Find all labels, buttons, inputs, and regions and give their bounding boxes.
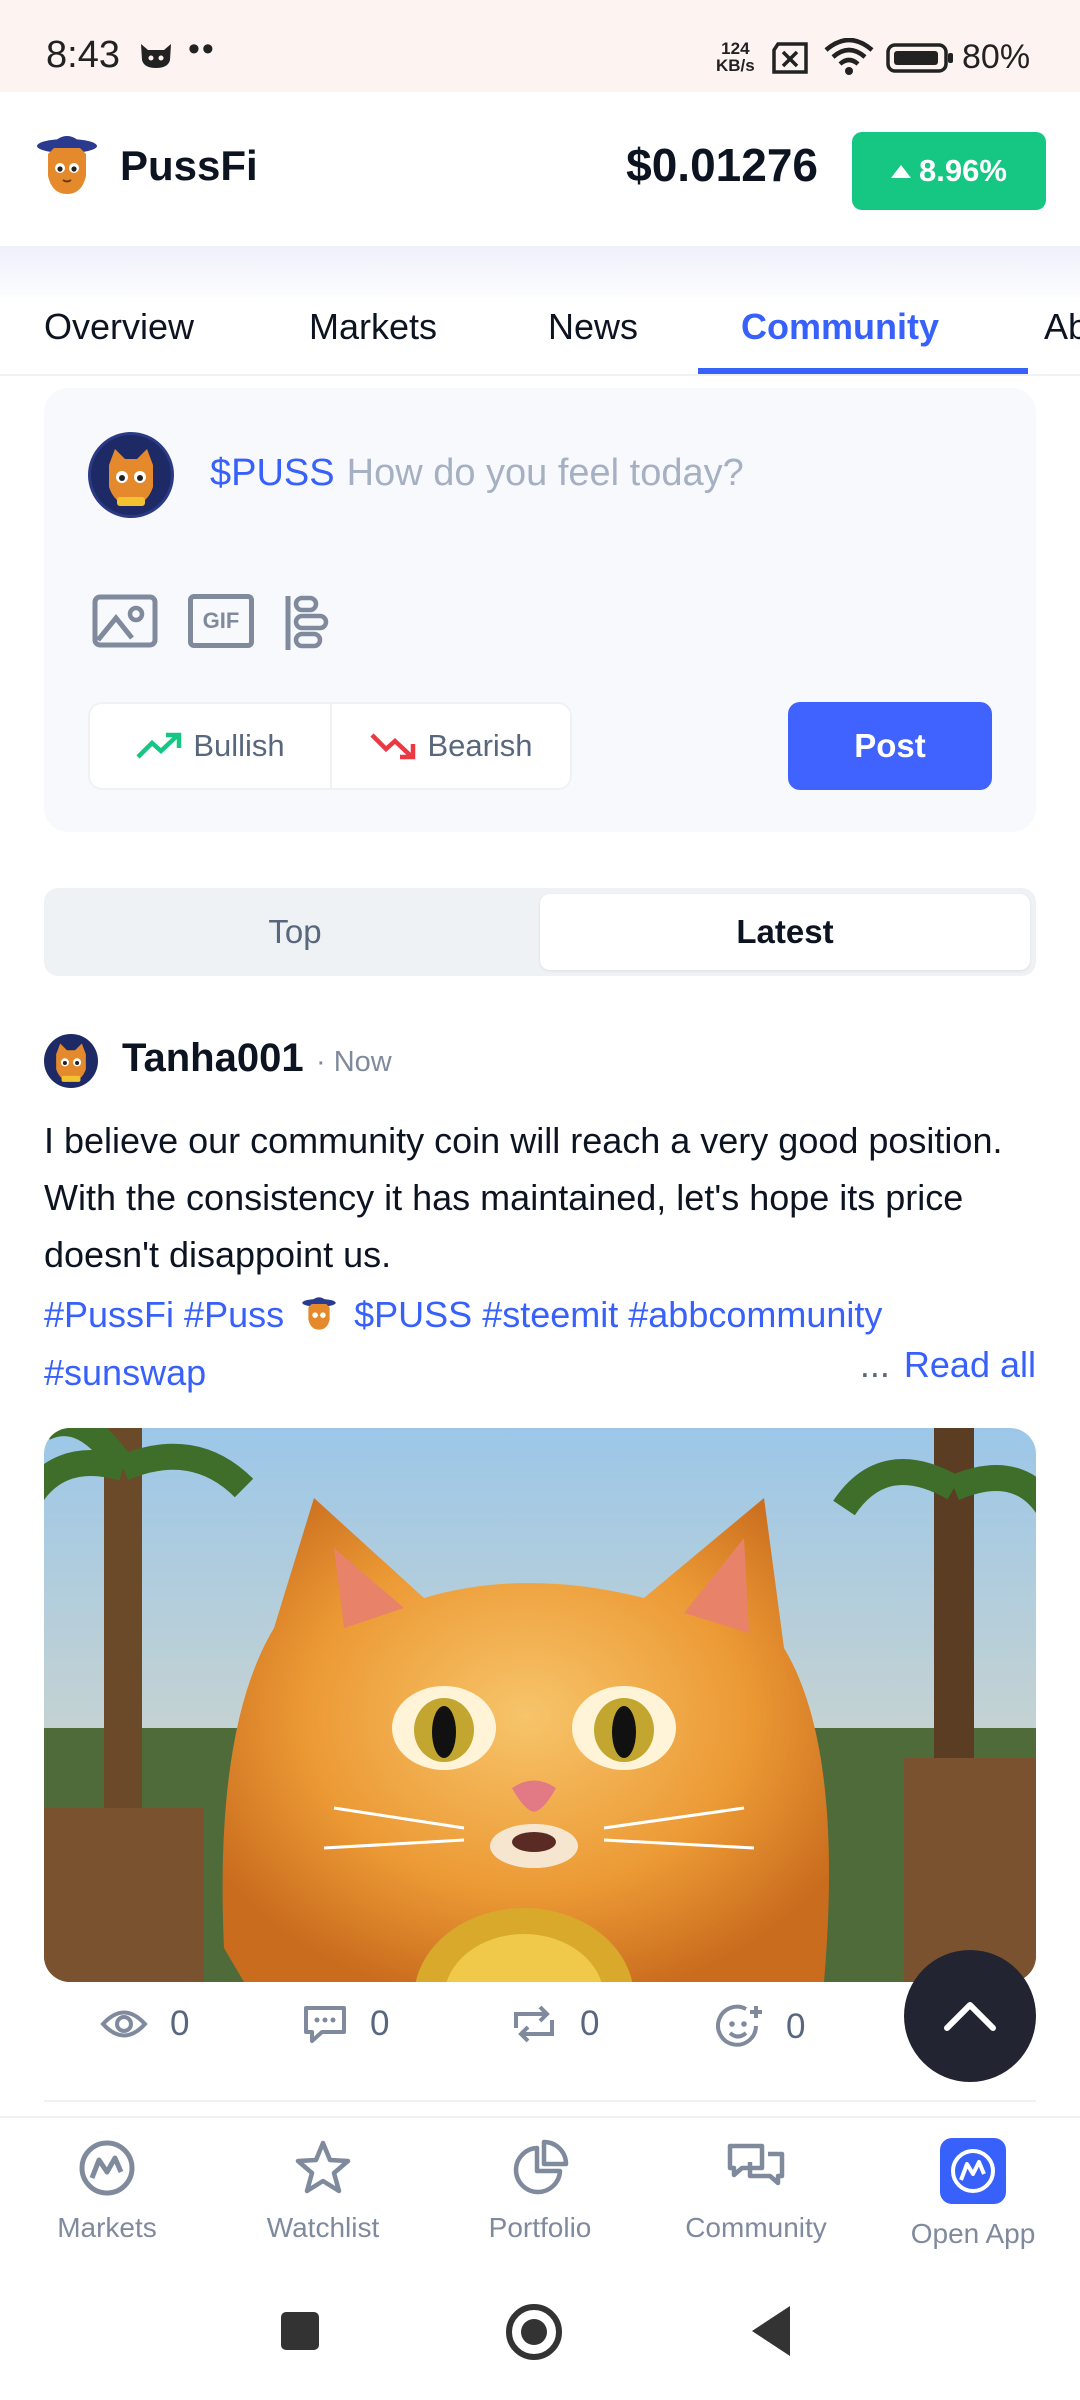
active-tab-indicator <box>698 368 1028 374</box>
chat-icon <box>727 2143 785 2186</box>
sort-latest[interactable]: Latest <box>540 894 1030 970</box>
tab-community[interactable]: Community <box>741 306 939 348</box>
tab-markets[interactable]: Markets <box>309 306 437 348</box>
markets-icon <box>79 2140 135 2196</box>
price-change-badge: 8.96% <box>852 132 1046 210</box>
nav-portfolio[interactable]: Portfolio <box>440 2138 640 2244</box>
tab-about[interactable]: Ab <box>1044 306 1080 348</box>
section-tabs: Overview Markets News Community Ab <box>0 246 1080 376</box>
add-reaction-icon <box>716 2004 762 2047</box>
composer-ticker: $PUSS <box>210 452 335 494</box>
status-time: 8:43 <box>46 34 120 76</box>
post-divider <box>44 2100 1036 2102</box>
system-navigation-bar <box>0 2266 1080 2400</box>
battery-icon <box>886 43 953 73</box>
bottom-navigation: Markets Watchlist Portfolio Community Op… <box>0 2116 1080 2266</box>
nav-watchlist[interactable]: Watchlist <box>223 2138 423 2244</box>
views-stat[interactable]: 0 <box>100 2004 189 2044</box>
sentiment-toggle: Bullish Bearish <box>88 702 572 790</box>
star-icon <box>295 2140 351 2194</box>
battery-percent: 80% <box>962 38 1031 76</box>
eye-icon <box>100 2010 148 2038</box>
coin-name: PussFi <box>120 142 258 189</box>
image-icon[interactable] <box>92 594 158 648</box>
cat-photo-image <box>44 1428 1036 1982</box>
read-all-link[interactable]: ... Read all <box>860 1344 1036 1386</box>
hashtags-c[interactable]: #sunswap <box>44 1352 206 1393</box>
bearish-button[interactable]: Bearish <box>330 704 570 788</box>
status-more-dots: •• <box>188 30 216 68</box>
network-speed: 124 KB/s <box>716 39 755 75</box>
sort-top[interactable]: Top <box>50 894 540 970</box>
coin-price: $0.01276 <box>626 139 818 191</box>
coin-header: PussFi $0.01276 8.96% <box>0 92 1080 246</box>
no-sim-icon <box>772 42 808 74</box>
composer-placeholder: How do you feel today? <box>346 452 744 494</box>
post-time: · Now <box>316 1046 392 1078</box>
puss-emoji-icon <box>302 1297 336 1330</box>
app-logo-icon <box>940 2138 1006 2204</box>
back-button[interactable] <box>752 2306 790 2356</box>
nav-open-app[interactable]: Open App <box>873 2138 1073 2250</box>
hashtags-a[interactable]: #PussFi #Puss <box>44 1294 284 1335</box>
status-bar: 8:43 •• 124 KB/s 80% <box>0 0 1080 92</box>
reposts-stat[interactable]: 0 <box>510 2004 599 2044</box>
trend-down-icon <box>370 733 416 760</box>
comments-stat[interactable]: 0 <box>302 2004 389 2044</box>
nav-community[interactable]: Community <box>656 2138 856 2244</box>
poll-icon[interactable] <box>284 594 330 652</box>
post-body: I believe our community coin will reach … <box>44 1120 1003 1275</box>
hashtags-b[interactable]: $PUSS #steemit #abbcommunity <box>354 1294 882 1335</box>
recents-button[interactable] <box>281 2312 319 2350</box>
chevron-up-icon <box>944 2002 996 2031</box>
cat-avatar-icon <box>109 449 153 506</box>
nav-markets[interactable]: Markets <box>7 2138 207 2244</box>
post-composer: $PUSS How do you feel today? GIF Bullish … <box>44 388 1036 832</box>
scroll-to-top-button[interactable] <box>904 1950 1036 2082</box>
pie-chart-icon <box>513 2139 569 2195</box>
cat-avatar-icon <box>56 1043 86 1082</box>
price-change-value: 8.96% <box>919 153 1007 188</box>
user-avatar <box>88 432 174 518</box>
post-image[interactable] <box>44 1428 1036 1982</box>
reactions-stat[interactable]: 0 <box>716 2004 805 2050</box>
feed-sort-toggle: Top Latest <box>44 888 1036 976</box>
home-button[interactable] <box>506 2304 562 2360</box>
tab-news[interactable]: News <box>548 306 638 348</box>
gif-icon[interactable]: GIF <box>188 594 254 648</box>
tab-overview[interactable]: Overview <box>44 306 194 348</box>
composer-input[interactable]: $PUSS How do you feel today? <box>210 452 744 495</box>
bullish-button[interactable]: Bullish <box>90 704 330 788</box>
notification-cat-icon <box>141 44 171 68</box>
wifi-icon <box>824 38 874 75</box>
post-author-avatar[interactable] <box>44 1034 98 1088</box>
post-username[interactable]: Tanha001 <box>122 1036 304 1081</box>
comment-icon <box>304 2006 346 2043</box>
pussfi-logo-icon[interactable] <box>36 132 98 200</box>
trend-up-icon <box>136 732 182 759</box>
repost-icon <box>514 2005 554 2043</box>
post-button[interactable]: Post <box>788 702 992 790</box>
up-arrow-icon <box>891 164 912 178</box>
